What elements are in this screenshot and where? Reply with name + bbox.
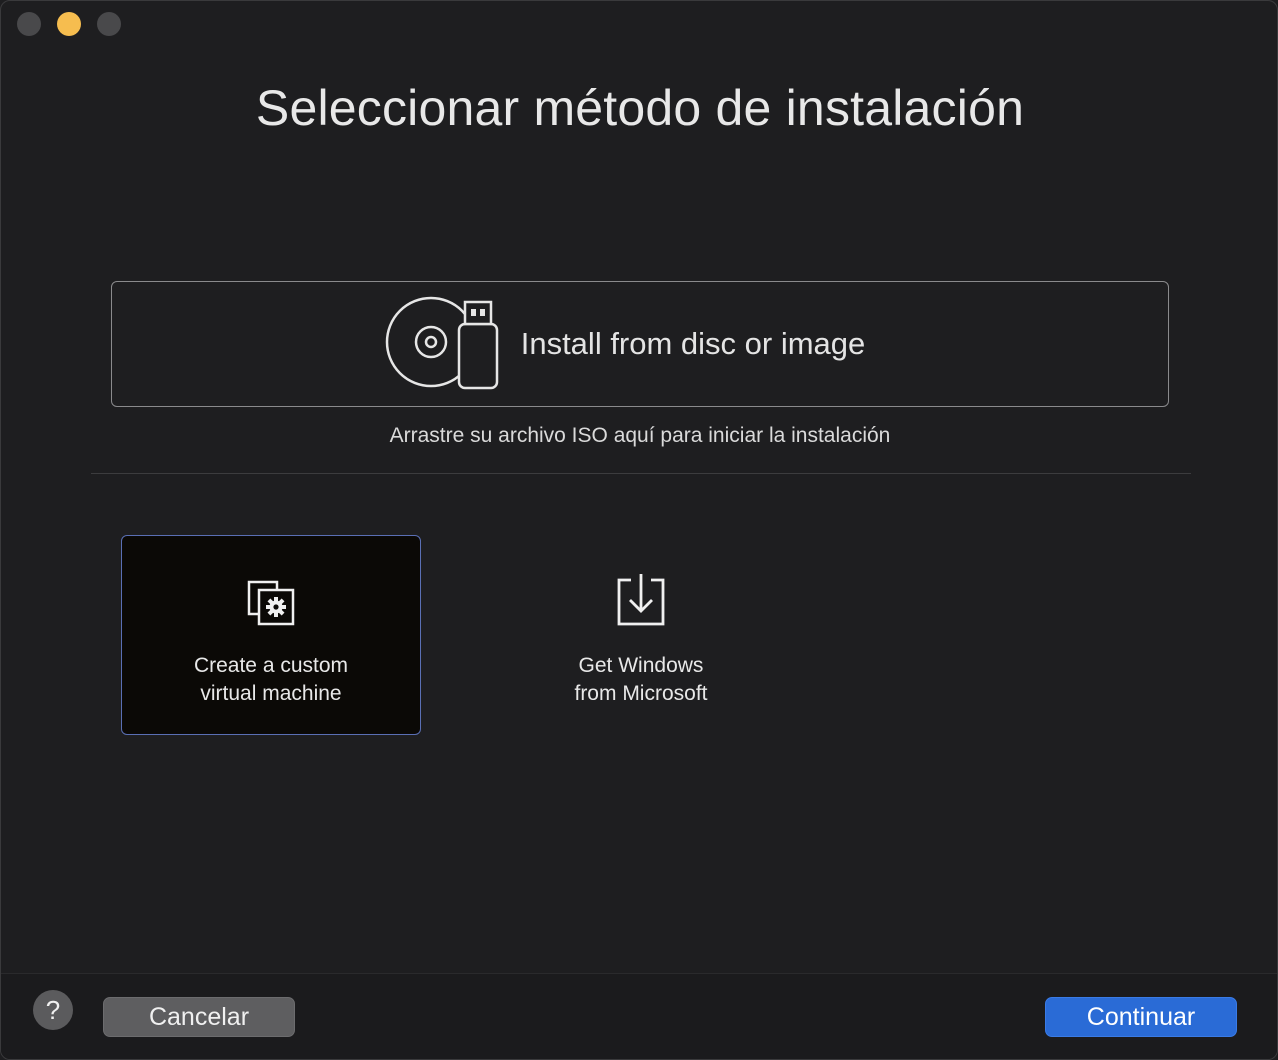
help-button[interactable]: ?: [33, 990, 73, 1030]
install-from-disc-label: Install from disc or image: [520, 326, 866, 361]
zoom-window-button[interactable]: [97, 12, 121, 36]
window-controls: [17, 12, 121, 36]
install-from-disc-button[interactable]: Install from disc or image: [111, 281, 1169, 407]
get-windows-option[interactable]: Get Windows from Microsoft: [491, 535, 791, 735]
minimize-window-button[interactable]: [57, 12, 81, 36]
disc-usb-icon: [385, 296, 498, 390]
continue-button[interactable]: Continuar: [1045, 997, 1237, 1037]
drag-iso-hint: Arrastre su archivo ISO aquí para inicia…: [389, 424, 891, 447]
download-icon: [617, 574, 665, 626]
get-windows-label: Get Windows from Microsoft: [574, 654, 708, 705]
close-window-button[interactable]: [17, 12, 41, 36]
page-title: Seleccionar método de instalación: [255, 80, 1025, 136]
section-divider: [91, 473, 1191, 474]
cancel-button[interactable]: Cancelar: [103, 997, 295, 1037]
create-custom-vm-option[interactable]: Create a custom virtual machine: [121, 535, 421, 735]
installer-window: Seleccionar método de instalación Instal…: [0, 0, 1278, 1060]
create-custom-vm-label: Create a custom virtual machine: [193, 654, 349, 705]
custom-vm-gear-icon: [247, 580, 295, 626]
